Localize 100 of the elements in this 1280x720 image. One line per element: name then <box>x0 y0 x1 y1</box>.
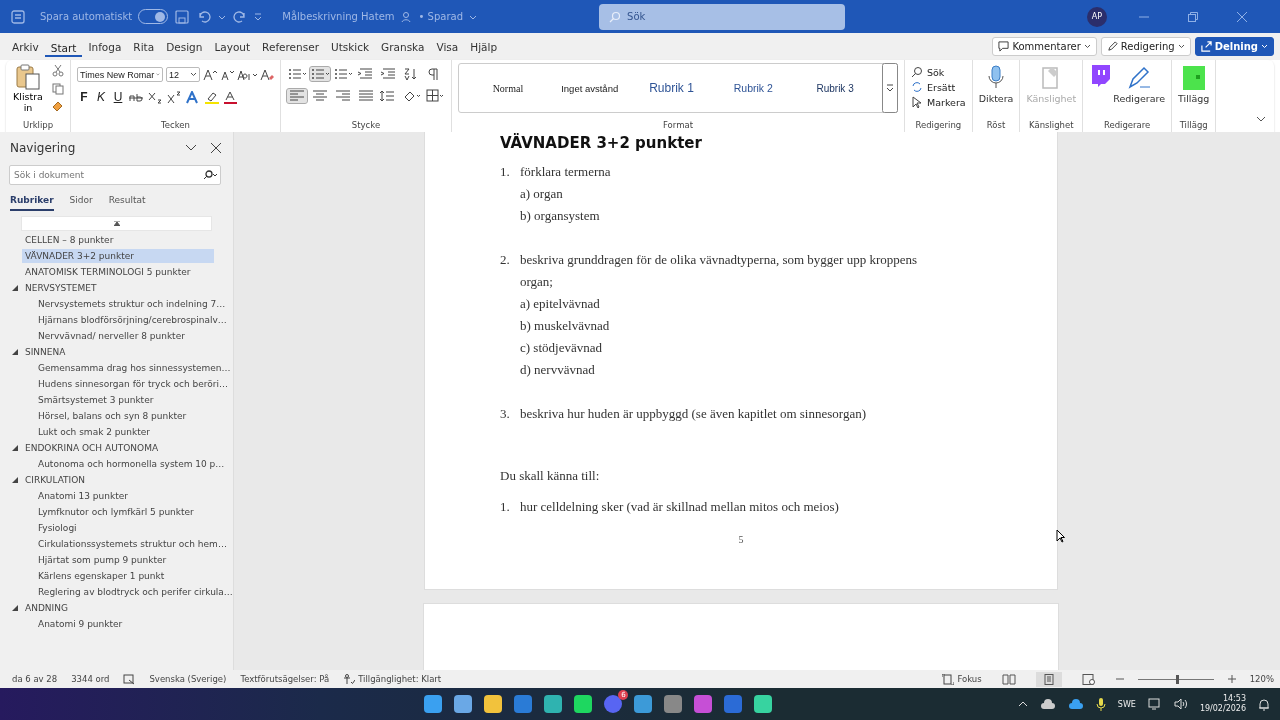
pane-options-icon[interactable] <box>185 144 197 152</box>
focus-mode-button[interactable]: Fokus <box>942 673 982 685</box>
clock-date[interactable]: 19/02/2026 <box>1199 704 1246 714</box>
replace-button[interactable]: Ersätt <box>911 81 966 93</box>
pane-tab[interactable]: Sidor <box>69 195 93 211</box>
proofing-icon[interactable] <box>123 673 136 685</box>
multilevel-list-icon[interactable] <box>333 67 353 81</box>
document-title[interactable]: Målbeskrivning Hatem <box>282 11 395 22</box>
paste-button[interactable]: Klistra in <box>12 63 44 113</box>
format-toggle[interactable]: U <box>111 90 125 104</box>
text-predictions-status[interactable]: Textförutsägelser: På <box>240 674 330 684</box>
shading-icon[interactable] <box>402 89 422 103</box>
speaker-icon[interactable] <box>1173 698 1188 710</box>
comments-button[interactable]: Kommentarer <box>992 37 1097 56</box>
cloud-icon[interactable] <box>1067 698 1084 710</box>
heading-item[interactable]: Nervvävnad/ nerveller 8 punkter <box>35 329 188 343</box>
page-count[interactable]: da 6 av 28 <box>12 674 58 684</box>
clear-formatting-icon[interactable] <box>260 68 274 81</box>
heading-item[interactable]: Smärtsystemet 3 punkter <box>35 393 157 407</box>
keyboard-language[interactable]: SWE <box>1117 699 1136 709</box>
menu-tab[interactable]: Arkiv <box>6 35 45 58</box>
subscript-icon[interactable] <box>147 90 163 104</box>
customize-caret-icon[interactable] <box>254 12 263 21</box>
style-option[interactable]: Normal <box>467 82 549 94</box>
cloud-icon[interactable] <box>1039 698 1056 710</box>
accessibility-status[interactable]: Tillgänglighet: Klart <box>343 673 442 685</box>
heading-item[interactable]: SINNENA <box>22 345 214 359</box>
heading-item[interactable]: Lymfknutor och lymfkärl 5 punkter <box>35 505 197 519</box>
menu-tab[interactable]: Utskick <box>325 35 376 58</box>
menu-tab[interactable]: Referenser <box>256 35 325 58</box>
share-button[interactable]: Delning <box>1194 37 1274 56</box>
heading-item[interactable]: Hjärtat som pump 9 punkter <box>35 553 170 567</box>
menu-tab[interactable]: Rita <box>127 35 161 58</box>
style-option[interactable]: Rubrik 3 <box>794 82 876 94</box>
close-icon[interactable] <box>211 143 221 153</box>
expand-arrow-icon[interactable] <box>12 477 18 483</box>
format-painter-icon[interactable] <box>52 101 64 113</box>
format-toggle[interactable]: F <box>77 90 91 104</box>
style-option[interactable]: Rubrik 2 <box>712 82 795 94</box>
heading-item[interactable]: Reglering av blodtryck och perifer cirkula… <box>35 585 233 599</box>
heading-item[interactable]: ENDOKRINA OCH AUTONOMA <box>22 441 214 455</box>
add-ins-button[interactable]: Tillägg <box>1178 63 1210 104</box>
align-center-icon[interactable] <box>310 89 330 103</box>
print-layout-icon[interactable] <box>1035 671 1062 687</box>
menu-tab[interactable]: Visa <box>430 35 465 58</box>
document-search-field[interactable]: Sök i dokument <box>9 165 221 185</box>
save-icon[interactable] <box>174 8 191 25</box>
text-effects-icon[interactable] <box>185 90 201 104</box>
heading-item[interactable]: Cirkulationssystemets struktur och hem… <box>35 537 230 551</box>
user-avatar[interactable]: AP <box>1087 6 1107 27</box>
heading-item[interactable]: Lukt och smak 2 punkter <box>35 425 153 439</box>
menu-tab[interactable]: Design <box>160 35 209 58</box>
expand-arrow-icon[interactable] <box>12 445 18 451</box>
font-color-icon[interactable] <box>223 90 239 104</box>
select-button[interactable]: Markera <box>911 96 966 108</box>
expand-arrow-icon[interactable] <box>12 349 18 355</box>
find-button[interactable]: Sök <box>911 66 966 78</box>
pane-tab[interactable]: Resultat <box>108 195 146 211</box>
heading-item[interactable]: Fysiologi <box>35 521 80 535</box>
heading-item[interactable]: Nervsystemets struktur och indelning 7… <box>35 297 229 311</box>
style-option[interactable]: Rubrik 1 <box>630 81 713 95</box>
heading-item[interactable]: ANDNING <box>22 601 214 615</box>
network-icon[interactable] <box>1147 698 1162 710</box>
menu-tab[interactable]: Layout <box>208 35 257 58</box>
expand-gallery-icon[interactable] <box>882 63 898 113</box>
editor-button[interactable]: Redigerare <box>1113 63 1166 104</box>
shrink-font-icon[interactable] <box>220 68 234 81</box>
editing-mode-button[interactable]: Redigering <box>1100 37 1191 56</box>
language-indicator[interactable]: Svenska (Sverige) <box>149 674 227 684</box>
font-size-field[interactable]: 12 <box>166 67 200 82</box>
bullets-icon[interactable] <box>287 67 307 81</box>
highlight-icon[interactable] <box>204 90 220 104</box>
heading-item[interactable]: Hörsel, balans och syn 8 punkter <box>35 409 190 423</box>
heading-item[interactable]: CIRKULATION <box>22 473 214 487</box>
change-case-icon[interactable] <box>237 68 257 81</box>
heading-item[interactable]: Gemensamma drag hos sinnessystemen… <box>35 361 233 375</box>
font-name-field[interactable]: Times New Romar <box>77 67 163 82</box>
expand-arrow-icon[interactable] <box>12 285 18 291</box>
dictate-button[interactable]: Diktera <box>978 63 1014 104</box>
menu-tab[interactable]: Hjälp <box>464 35 504 58</box>
pane-tab[interactable]: Rubriker <box>10 195 54 211</box>
expand-arrow-icon[interactable] <box>12 605 18 611</box>
format-toggle[interactable]: K <box>94 90 108 104</box>
zoom-slider-thumb[interactable] <box>1176 674 1180 684</box>
zoom-in-icon[interactable] <box>1227 675 1236 683</box>
grow-font-icon[interactable] <box>203 68 217 81</box>
style-option[interactable]: Inget avstånd <box>548 82 631 94</box>
undo-icon[interactable] <box>196 8 213 25</box>
chevron-up-icon[interactable] <box>1017 701 1028 707</box>
clock-time[interactable]: 14:53 <box>1222 694 1246 704</box>
notification-bell-icon[interactable] <box>1258 697 1270 711</box>
heading-item[interactable]: Hudens sinnesorgan för tryck och berörі… <box>35 377 231 391</box>
microphone-icon[interactable] <box>1095 697 1106 711</box>
heading-item[interactable]: Kärlens egenskaper 1 punkt <box>35 569 168 583</box>
heading-item[interactable]: Anatomi 13 punkter <box>35 489 131 503</box>
search-field[interactable]: Sök <box>599 3 846 30</box>
menu-tab[interactable]: Infoga <box>82 35 128 58</box>
save-status[interactable]: • Sparad <box>418 11 464 22</box>
borders-icon[interactable] <box>425 89 445 103</box>
restore-icon[interactable] <box>1188 11 1198 22</box>
